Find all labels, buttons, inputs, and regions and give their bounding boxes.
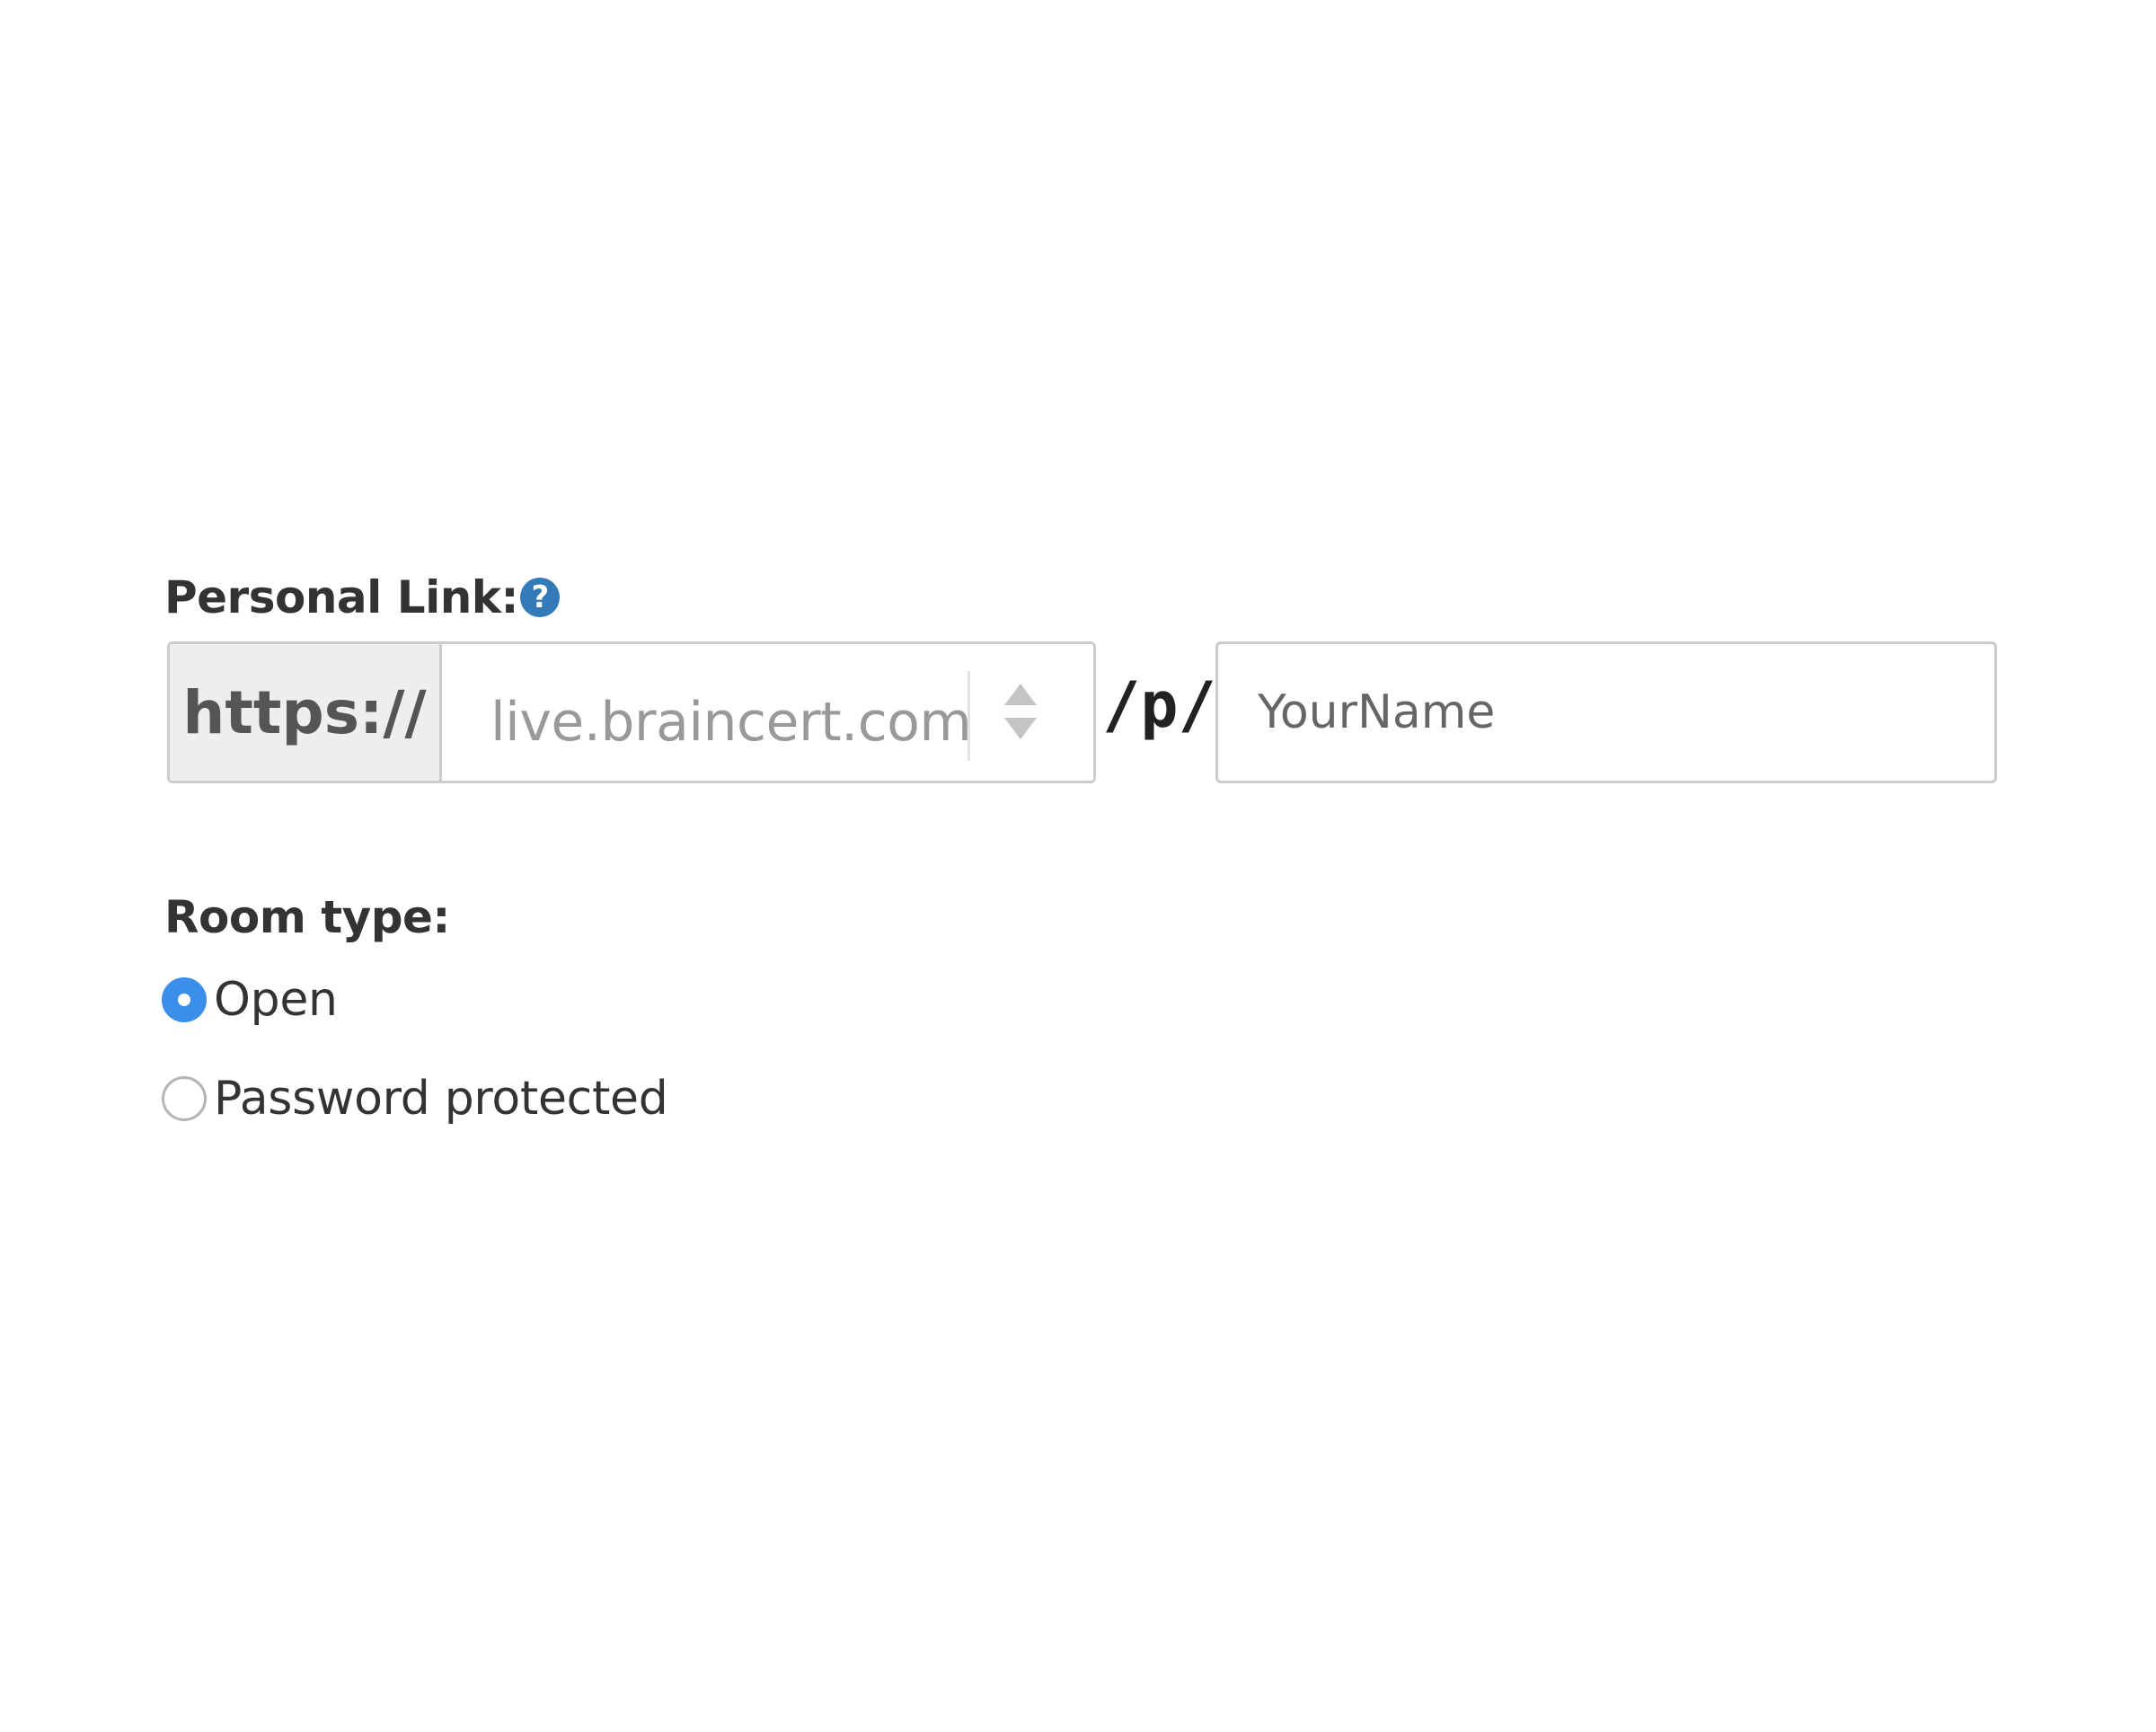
room-type-password-option[interactable]: Password protected <box>162 1067 1997 1130</box>
room-type-open-option[interactable]: Open <box>162 968 1997 1031</box>
personal-link-label-text: Personal Link: <box>164 571 519 623</box>
personal-link-form: Personal Link: ? https:// live.braincert… <box>162 566 1997 1130</box>
personal-link-label: Personal Link: ? <box>164 566 1997 629</box>
radio-button-password[interactable] <box>162 1076 207 1121</box>
radio-button-open[interactable] <box>162 977 207 1022</box>
personal-link-row: https:// live.braincert.com /p/ <box>164 641 1997 787</box>
room-type-password-label[interactable]: Password protected <box>214 1072 668 1126</box>
path-separator: /p/ <box>1102 668 1216 742</box>
sort-arrows-icon <box>1004 684 1037 739</box>
room-type-open-label[interactable]: Open <box>214 973 338 1027</box>
select-divider <box>968 671 970 761</box>
room-type-label: Room type: <box>164 891 450 943</box>
domain-select-value: live.braincert.com <box>490 691 972 754</box>
personal-name-input[interactable] <box>1215 641 1997 783</box>
domain-select[interactable]: live.braincert.com <box>442 644 1093 781</box>
protocol-addon: https:// <box>170 644 442 781</box>
domain-input-group: https:// live.braincert.com <box>167 641 1096 783</box>
question-circle-icon[interactable]: ? <box>520 578 561 617</box>
